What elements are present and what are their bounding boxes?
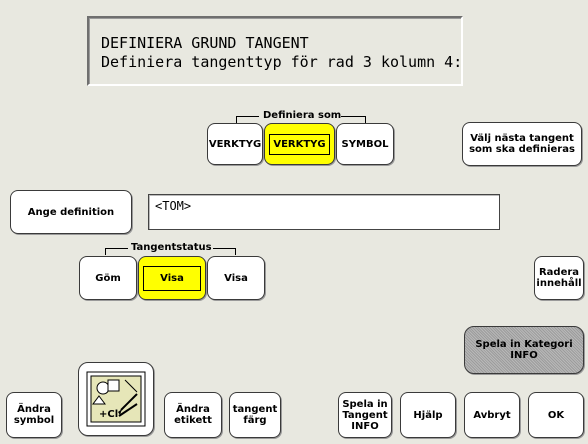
define-as-option-tool-2-label: VERKTYG [269,133,330,155]
clear-content-button[interactable]: Radera innehåll [534,256,584,300]
key-status-hide[interactable]: Göm [79,256,137,300]
enter-definition-button[interactable]: Ange definition [10,190,132,234]
symbol-icon-text: +Cl [99,409,118,420]
define-as-option-tool-1[interactable]: VERKTYG [207,123,263,165]
header-title: DEFINIERA GRUND TANGENT [101,34,309,52]
define-as-bracket-left [236,116,259,123]
key-status-hide-label: Göm [95,272,121,284]
key-color-label: tangent färg [232,404,278,426]
define-as-option-symbol-label: SYMBOL [341,138,389,150]
change-label-button[interactable]: Ändra etikett [164,392,222,438]
key-status-show-selected[interactable]: Visa [138,256,206,300]
key-status-show-label: Visa [224,272,248,284]
header-subtitle: Definiera tangenttyp för rad 3 kolumn 4: [101,53,463,71]
key-status-show-selected-label: Visa [143,265,201,291]
record-key-info-label: Spela in Tangent INFO [342,398,388,432]
change-symbol-button[interactable]: Ändra symbol [6,392,62,438]
define-as-bracket-right [341,116,366,123]
clear-content-label: Radera innehåll [536,267,582,289]
key-color-button[interactable]: tangent färg [229,392,281,438]
define-as-option-tool-2-selected[interactable]: VERKTYG [264,123,335,165]
ok-label: OK [547,409,565,421]
cancel-label: Avbryt [473,409,511,421]
record-category-info-label: Spela in Kategori INFO [475,339,573,361]
define-as-option-tool-1-label: VERKTYG [208,138,262,150]
shapes-symbol-icon: +Cl [86,371,146,427]
cancel-button[interactable]: Avbryt [464,392,520,438]
ok-button[interactable]: OK [528,392,584,438]
change-symbol-label: Ändra symbol [13,404,55,426]
record-key-info-button[interactable]: Spela in Tangent INFO [338,392,392,438]
help-button[interactable]: Hjälp [400,392,456,438]
symbol-preview-button[interactable]: +Cl [78,362,154,436]
change-label-text: Ändra etikett [174,404,212,426]
enter-definition-label: Ange definition [27,206,115,218]
key-status-bracket-right [213,248,236,255]
header-panel: DEFINIERA GRUND TANGENT Definiera tangen… [87,16,463,86]
record-category-info-button[interactable]: Spela in Kategori INFO [464,326,584,374]
key-status-show[interactable]: Visa [207,256,265,300]
key-status-bracket-left [105,248,128,255]
select-next-key-button[interactable]: Välj nästa tangent som ska definieras [462,122,582,166]
definition-input[interactable]: <TOM> [148,194,500,230]
define-as-option-symbol[interactable]: SYMBOL [336,123,394,165]
select-next-key-label: Välj nästa tangent som ska definieras [469,133,575,155]
help-label: Hjälp [413,409,443,421]
define-as-label: Definiera som [263,110,342,121]
key-status-label: Tangentstatus [131,242,212,253]
